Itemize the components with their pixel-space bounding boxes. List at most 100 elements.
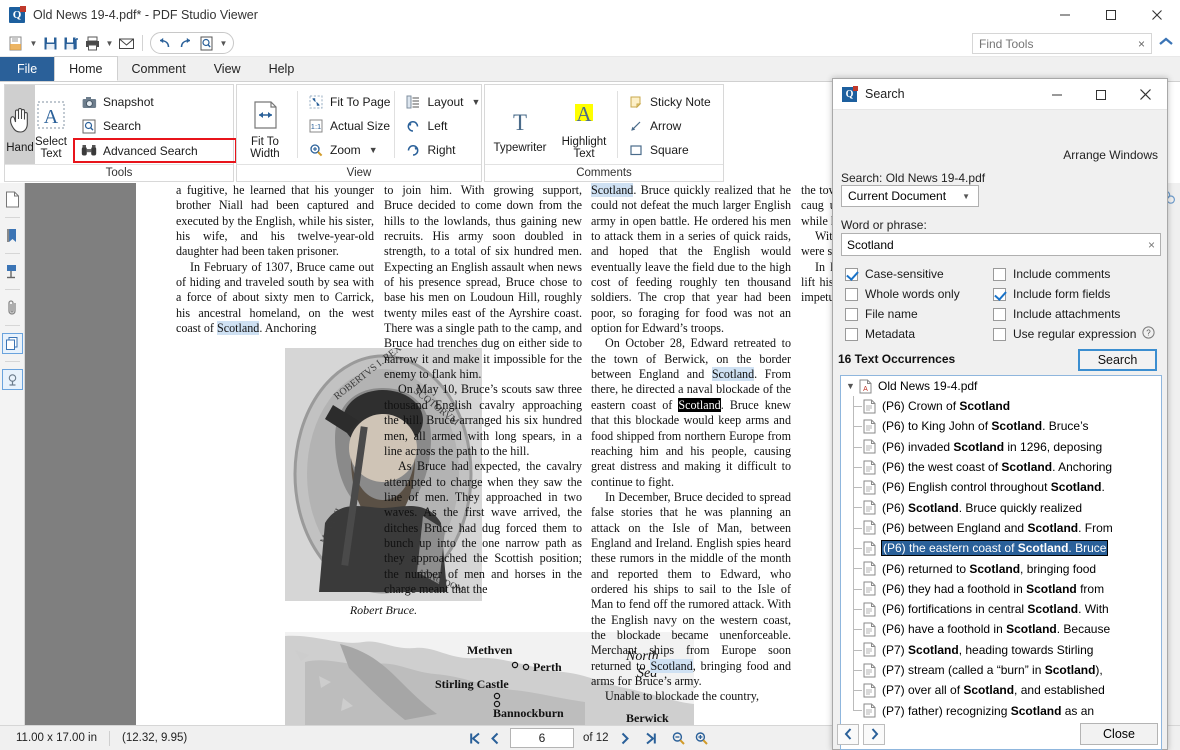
layout-caret-icon[interactable]: ▼ xyxy=(472,97,481,107)
arrange-windows-link[interactable]: Arrange Windows xyxy=(1063,148,1158,162)
print-caret-icon[interactable]: ▼ xyxy=(103,33,116,54)
option-include-attachments[interactable]: Include attachments xyxy=(993,304,1168,324)
find-tools-container[interactable]: × xyxy=(972,33,1152,54)
zoom-button[interactable]: Zoom ▼ xyxy=(302,138,390,162)
minimize-icon[interactable] xyxy=(1035,79,1079,110)
layers-panel-icon[interactable] xyxy=(1,333,23,354)
chevron-up-icon[interactable] xyxy=(1158,35,1174,50)
checkbox-whole-words-only[interactable] xyxy=(845,287,858,301)
bookmarks-panel-icon[interactable] xyxy=(2,225,23,246)
search-scope-dropdown[interactable]: Current Document ▼ xyxy=(841,185,979,207)
tab-comment[interactable]: Comment xyxy=(117,57,200,81)
page-number-input[interactable]: 6 xyxy=(510,728,574,748)
open-file-icon[interactable] xyxy=(6,33,27,54)
zoom-caret-icon[interactable]: ▼ xyxy=(369,145,378,155)
content-panel-icon[interactable] xyxy=(1,369,23,390)
option-include-form-fields[interactable]: Include form fields xyxy=(993,284,1168,304)
search-query-input[interactable]: Scotland × xyxy=(841,233,1161,256)
close-dialog-button[interactable]: Close xyxy=(1080,723,1158,745)
search-result-item[interactable]: (P6) English control throughout Scotland… xyxy=(841,477,1161,499)
undo-icon[interactable] xyxy=(154,33,175,54)
search-result-item[interactable]: (P6) between England and Scotland. From xyxy=(841,517,1161,539)
search-result-item[interactable]: (P6) to King John of Scotland. Bruce’s xyxy=(841,416,1161,438)
zoom-in-icon[interactable] xyxy=(692,728,712,748)
checkbox-include-comments[interactable] xyxy=(993,267,1006,281)
option-include-comments[interactable]: Include comments xyxy=(993,264,1168,284)
actual-size-button[interactable]: 1:1 Actual Size xyxy=(302,114,390,138)
chevron-down-icon[interactable]: ▼ xyxy=(962,192,970,201)
tab-help[interactable]: Help xyxy=(254,57,309,81)
snapshot-button[interactable]: Snapshot xyxy=(75,90,235,114)
preview-icon[interactable] xyxy=(196,33,217,54)
maximize-icon[interactable] xyxy=(1079,79,1123,110)
close-icon[interactable] xyxy=(1134,0,1180,30)
search-result-item[interactable]: (P7) stream (called a “burn” in Scotland… xyxy=(841,659,1161,681)
help-icon[interactable]: ? xyxy=(1142,326,1156,342)
tab-file[interactable]: File xyxy=(0,57,55,81)
next-page-icon[interactable] xyxy=(615,728,635,748)
search-result-item[interactable]: (P6) Crown of Scotland xyxy=(841,396,1161,417)
save-icon[interactable] xyxy=(40,33,61,54)
prev-page-icon[interactable] xyxy=(485,728,505,748)
search-result-item[interactable]: (P7) over all of Scotland, and establish… xyxy=(841,680,1161,702)
option-use-regular-expression[interactable]: Use regular expression ? xyxy=(993,324,1168,344)
close-icon[interactable] xyxy=(1123,79,1167,110)
sticky-note-button[interactable]: Sticky Note xyxy=(622,90,711,114)
search-result-item[interactable]: (P6) have a foothold in Scotland. Becaus… xyxy=(841,619,1161,641)
highlight-text-button[interactable]: A Highlight Text xyxy=(555,85,613,164)
next-result-icon[interactable] xyxy=(863,723,885,745)
last-page-icon[interactable] xyxy=(641,728,661,748)
clear-query-icon[interactable]: × xyxy=(1148,238,1155,252)
option-whole-words-only[interactable]: Whole words only xyxy=(845,284,995,304)
search-result-item[interactable]: (P6) Scotland. Bruce quickly realized xyxy=(841,497,1161,519)
hand-tool-button[interactable]: Hand xyxy=(5,85,35,164)
select-text-button[interactable]: A Select Text xyxy=(35,85,67,164)
zoom-out-icon[interactable] xyxy=(669,728,689,748)
search-result-item[interactable]: (P7) father) recognizing Scotland as an xyxy=(841,700,1161,720)
tree-root-node[interactable]: ▼ A Old News 19-4.pdf xyxy=(841,376,1161,396)
print-icon[interactable] xyxy=(82,33,103,54)
attachments-panel-icon[interactable] xyxy=(2,297,23,318)
search-submit-button[interactable]: Search xyxy=(1078,349,1157,371)
find-tools-clear-icon[interactable]: × xyxy=(1136,37,1147,51)
open-file-caret-icon[interactable]: ▼ xyxy=(27,33,40,54)
preview-caret-icon[interactable]: ▼ xyxy=(217,33,230,54)
search-result-item[interactable]: (P7) Scotland, heading towards Stirling xyxy=(841,639,1161,661)
search-results-tree[interactable]: ▼ A Old News 19-4.pdf (P6) Crown of Scot… xyxy=(840,375,1162,750)
search-result-item[interactable]: (P6) they had a foothold in Scotland fro… xyxy=(841,578,1161,600)
fit-to-page-button[interactable]: Fit To Page xyxy=(302,90,390,114)
prev-result-icon[interactable] xyxy=(837,723,859,745)
search-result-item[interactable]: (P6) the eastern coast of Scotland. Bruc… xyxy=(841,538,1161,560)
maximize-icon[interactable] xyxy=(1088,0,1134,30)
checkbox-include-attachments[interactable] xyxy=(993,307,1006,321)
search-button[interactable]: Search xyxy=(75,114,235,138)
tab-view[interactable]: View xyxy=(199,57,255,81)
option-metadata[interactable]: Metadata xyxy=(845,324,995,344)
save-as-icon[interactable] xyxy=(61,33,82,54)
option-file-name[interactable]: File name xyxy=(845,304,995,324)
square-button[interactable]: Square xyxy=(622,138,711,162)
checkbox-case-sensitive[interactable] xyxy=(845,267,858,281)
redo-icon[interactable] xyxy=(175,33,196,54)
pages-panel-icon[interactable] xyxy=(2,189,23,210)
expand-collapse-icon[interactable]: ▼ xyxy=(846,381,859,391)
option-case-sensitive[interactable]: Case-sensitive xyxy=(845,264,995,284)
checkbox-include-form-fields[interactable] xyxy=(993,287,1006,301)
rotate-left-button[interactable]: Left xyxy=(399,114,480,138)
first-page-icon[interactable] xyxy=(465,728,485,748)
advanced-search-button[interactable]: Advanced Search xyxy=(73,138,237,163)
search-result-item[interactable]: (P6) returned to Scotland, bringing food xyxy=(841,558,1161,580)
arrow-button[interactable]: Arrow xyxy=(622,114,711,138)
rotate-right-button[interactable]: Right xyxy=(399,138,480,162)
checkbox-file-name[interactable] xyxy=(845,307,858,321)
email-icon[interactable] xyxy=(116,33,137,54)
checkbox-use-regular-expression[interactable] xyxy=(993,327,1006,341)
checkbox-metadata[interactable] xyxy=(845,327,858,341)
search-result-item[interactable]: (P6) invaded Scotland in 1296, deposing xyxy=(841,436,1161,458)
layout-button[interactable]: Layout ▼ xyxy=(399,90,480,114)
search-result-item[interactable]: (P6) the west coast of Scotland. Anchori… xyxy=(841,456,1161,478)
minimize-icon[interactable] xyxy=(1042,0,1088,30)
search-result-item[interactable]: (P6) fortifications in central Scotland.… xyxy=(841,598,1161,620)
typewriter-button[interactable]: T Typewriter xyxy=(485,85,555,164)
tab-home[interactable]: Home xyxy=(54,56,118,81)
